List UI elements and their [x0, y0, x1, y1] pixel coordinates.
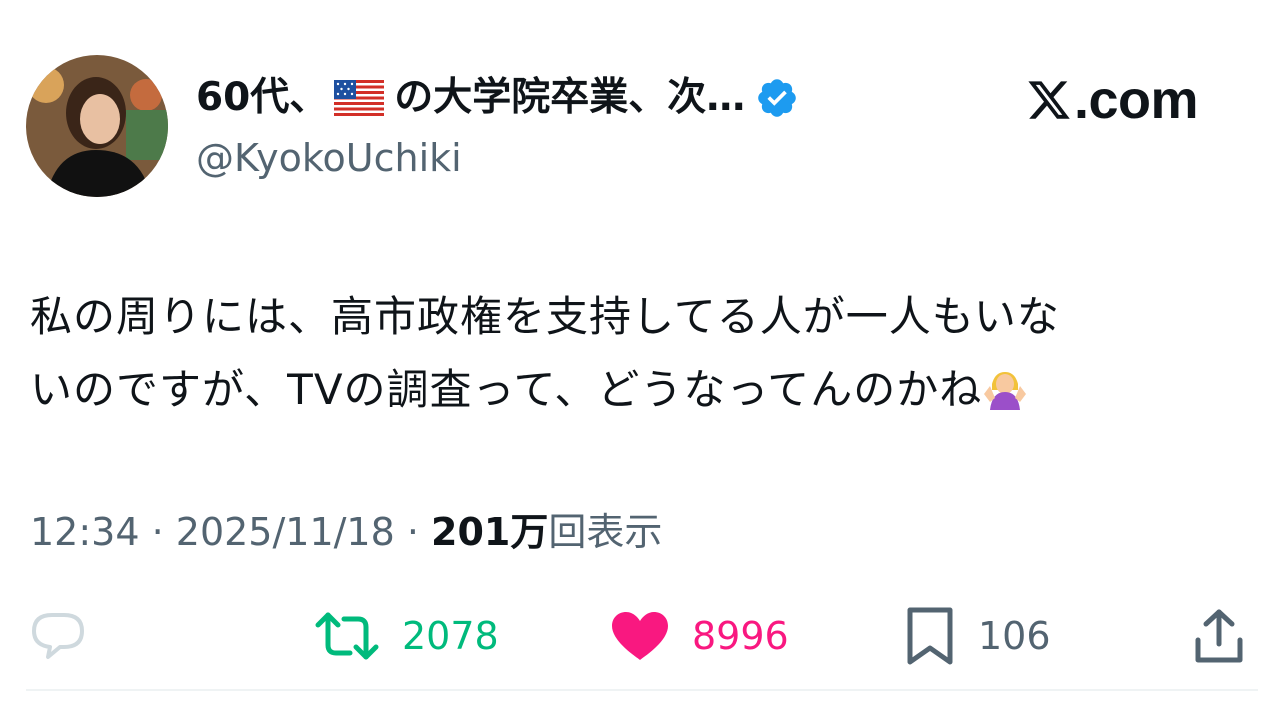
bookmark-icon [907, 607, 953, 665]
verified-badge-icon [758, 79, 797, 117]
user-handle[interactable]: @KyokoUchiki [196, 134, 462, 182]
reply-button[interactable] [30, 606, 108, 666]
tweet-text: 私の周りには、高市政権を支持してる人が一人もいな いのですが、TVの調査って、ど… [30, 280, 1260, 426]
views-count: 201万 [431, 510, 549, 554]
like-button[interactable]: 8996 [610, 606, 789, 666]
share-button[interactable] [1192, 606, 1246, 666]
retweet-button[interactable]: 2078 [314, 606, 499, 666]
x-com-brand: .com [1026, 68, 1199, 132]
avatar[interactable] [26, 55, 168, 197]
x-logo-icon [1028, 81, 1070, 119]
display-name[interactable]: 60代、 の大学院卒業、次… [196, 74, 799, 122]
meta-separator: · [394, 510, 432, 554]
tweet-meta: 12:34 · 2025/11/18 · 201万回表示 [30, 506, 662, 558]
site-brand-text: .com [1074, 70, 1199, 130]
reply-icon [32, 613, 84, 659]
views-label: 回表示 [548, 510, 663, 554]
retweet-icon [315, 612, 379, 660]
like-count: 8996 [692, 614, 789, 658]
display-name-part1: 60代、 [196, 75, 329, 120]
tweet-text-line-2: いのですが、TVの調査って、どうなってんのかね [30, 365, 983, 414]
bookmark-button[interactable]: 106 [904, 606, 1051, 666]
display-name-part2: の大学院卒業、次… [394, 75, 746, 120]
heart-icon [612, 612, 668, 660]
share-icon [1195, 609, 1243, 663]
meta-separator: · [139, 510, 176, 554]
person-shrugging-emoji-icon [984, 372, 1027, 410]
tweet-text-line-2-wrap: いのですが、TVの調査って、どうなってんのかね [30, 353, 1260, 426]
tweet-time[interactable]: 12:34 [30, 510, 140, 554]
us-flag-icon [334, 80, 385, 116]
tweet-text-line-1: 私の周りには、高市政権を支持してる人が一人もいな [30, 292, 1060, 341]
retweet-count: 2078 [402, 614, 499, 658]
avatar-image [26, 55, 168, 197]
tweet-date[interactable]: 2025/11/18 [176, 510, 395, 554]
divider [26, 689, 1258, 691]
bookmark-count: 106 [978, 614, 1051, 658]
